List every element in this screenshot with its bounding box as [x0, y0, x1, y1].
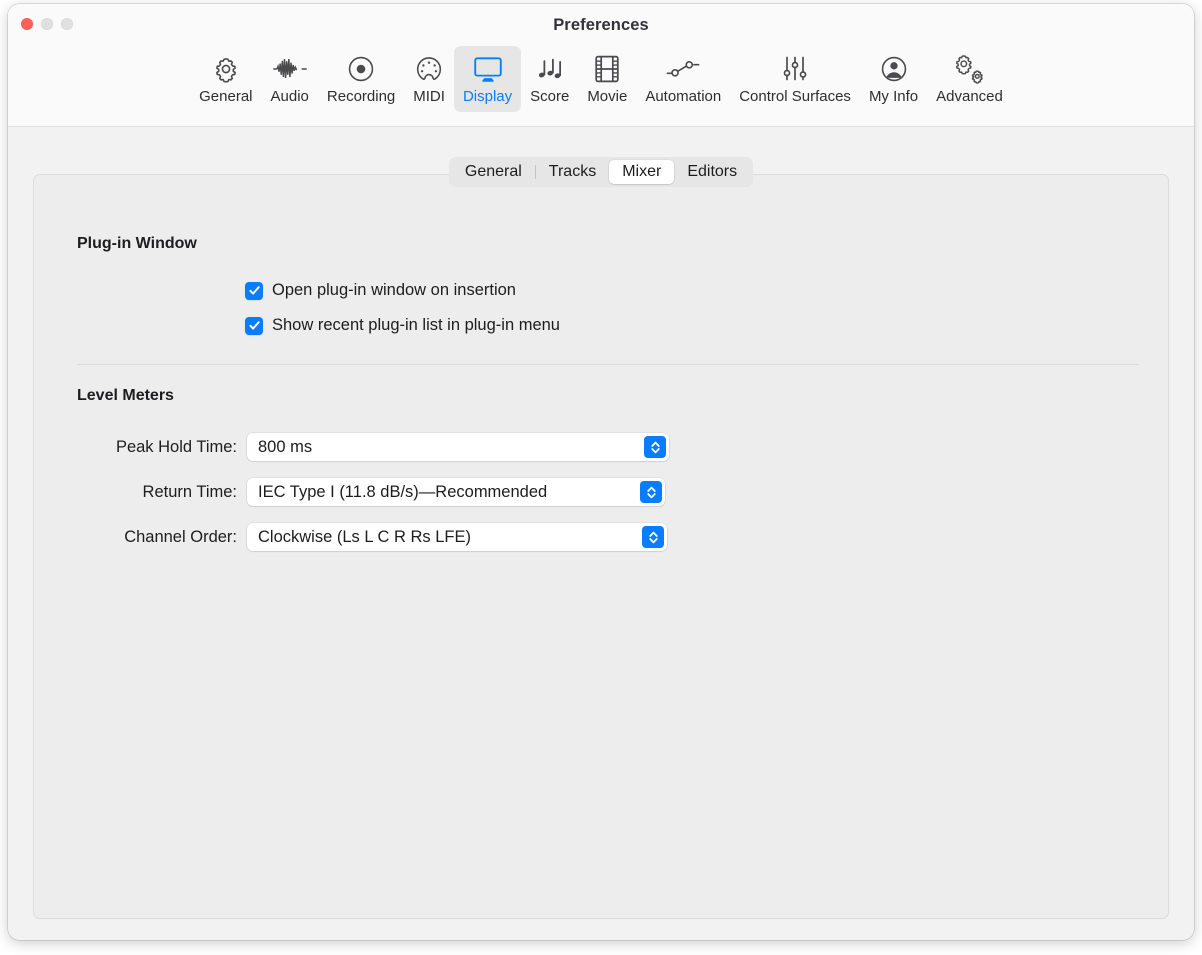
channel-order-label: Channel Order:	[124, 527, 237, 546]
toolbar-item-my-info[interactable]: My Info	[860, 46, 927, 112]
preferences-content-panel: General Tracks Mixer Editors Plug-in Win…	[33, 157, 1169, 919]
toolbar-item-movie[interactable]: Movie	[578, 46, 636, 112]
waveform-icon	[272, 53, 308, 85]
toolbar-item-label: Movie	[587, 88, 628, 105]
toolbar-item-label: Advanced	[936, 88, 1003, 105]
peak-hold-time-popup[interactable]: 800 ms	[247, 433, 669, 461]
toolbar-item-label: Recording	[326, 88, 396, 105]
toolbar-item-recording[interactable]: Recording	[318, 46, 404, 112]
checkbox-label: Open plug-in window on insertion	[272, 281, 516, 299]
segmented-control: General Tracks Mixer Editors	[448, 157, 754, 187]
tab-bar: General Tracks Mixer Editors	[34, 157, 1168, 187]
chevron-up-down-icon[interactable]	[644, 436, 666, 458]
toolbar-item-label: General	[199, 88, 253, 105]
automation-nodes-icon	[665, 53, 701, 85]
checkmark-icon	[248, 321, 260, 330]
toolbar-item-audio[interactable]: Audio	[262, 46, 318, 112]
gear-icon	[211, 53, 241, 85]
toolbar-item-label: Display	[462, 88, 513, 105]
plugin-window-heading: Plug-in Window	[77, 235, 197, 252]
toolbar-item-control-surfaces[interactable]: Control Surfaces	[730, 46, 860, 112]
toolbar-item-automation[interactable]: Automation	[636, 46, 730, 112]
tab-mixer[interactable]: Mixer	[609, 160, 675, 184]
checkbox-show-recent-plugin-list[interactable]	[245, 316, 263, 335]
tab-general[interactable]: General	[452, 160, 535, 184]
return-time-value: IEC Type I (11.8 dB/s)—Recommended	[258, 482, 548, 501]
chevron-up-down-icon[interactable]	[642, 526, 664, 548]
checkmark-icon	[248, 286, 260, 295]
toolbar-item-label: Audio	[270, 88, 309, 105]
midi-din-icon	[414, 53, 444, 85]
music-notes-icon	[535, 53, 565, 85]
toolbar-item-score[interactable]: Score	[521, 46, 578, 112]
toolbar-item-general[interactable]: General	[190, 46, 261, 112]
toolbar-item-label: Automation	[645, 88, 722, 105]
monitor-icon	[472, 53, 504, 85]
field-row-channel-order: Channel Order: Clockwise (Ls L C R Rs LF…	[77, 523, 667, 551]
section-divider	[77, 364, 1139, 365]
toolbar-item-display[interactable]: Display	[453, 46, 522, 112]
return-time-label: Return Time:	[142, 482, 237, 501]
toolbar-item-midi[interactable]: MIDI	[404, 46, 454, 112]
channel-order-value: Clockwise (Ls L C R Rs LFE)	[258, 527, 472, 546]
peak-hold-time-label: Peak Hold Time:	[115, 437, 237, 456]
film-strip-icon	[594, 53, 620, 85]
window-toolbar: Preferences General Audio Recording MIDI…	[8, 4, 1194, 127]
record-circle-icon	[346, 53, 376, 85]
field-row-peak-hold-time: Peak Hold Time: 800 ms	[77, 433, 669, 461]
gears-icon	[953, 53, 985, 85]
tab-editors[interactable]: Editors	[674, 160, 750, 184]
toolbar-item-label: Control Surfaces	[739, 88, 851, 105]
peak-hold-time-value: 800 ms	[258, 437, 313, 456]
return-time-popup[interactable]: IEC Type I (11.8 dB/s)—Recommended	[247, 478, 665, 506]
checkbox-row-show-recent-plugin-list[interactable]: Show recent plug-in list in plug-in menu	[245, 316, 560, 335]
toolbar-item-label: My Info	[868, 88, 919, 105]
sliders-icon	[781, 53, 809, 85]
toolbar-item-advanced[interactable]: Advanced	[927, 46, 1012, 112]
person-circle-icon	[879, 53, 909, 85]
tab-tracks[interactable]: Tracks	[536, 160, 609, 184]
toolbar-item-label: Score	[530, 88, 570, 105]
checkbox-open-plugin-window[interactable]	[245, 281, 263, 300]
preferences-window: Preferences General Audio Recording MIDI…	[8, 4, 1194, 940]
toolbar-item-label: MIDI	[413, 88, 445, 105]
checkbox-row-open-plugin-window[interactable]: Open plug-in window on insertion	[245, 281, 516, 300]
toolbar-item-list: General Audio Recording MIDI Display Sco…	[8, 46, 1194, 112]
channel-order-popup[interactable]: Clockwise (Ls L C R Rs LFE)	[247, 523, 667, 551]
page-title: Preferences	[553, 16, 649, 34]
chevron-up-down-icon[interactable]	[640, 481, 662, 503]
checkbox-label: Show recent plug-in list in plug-in menu	[272, 316, 560, 334]
level-meters-heading: Level Meters	[77, 387, 174, 404]
field-row-return-time: Return Time: IEC Type I (11.8 dB/s)—Reco…	[77, 478, 665, 506]
